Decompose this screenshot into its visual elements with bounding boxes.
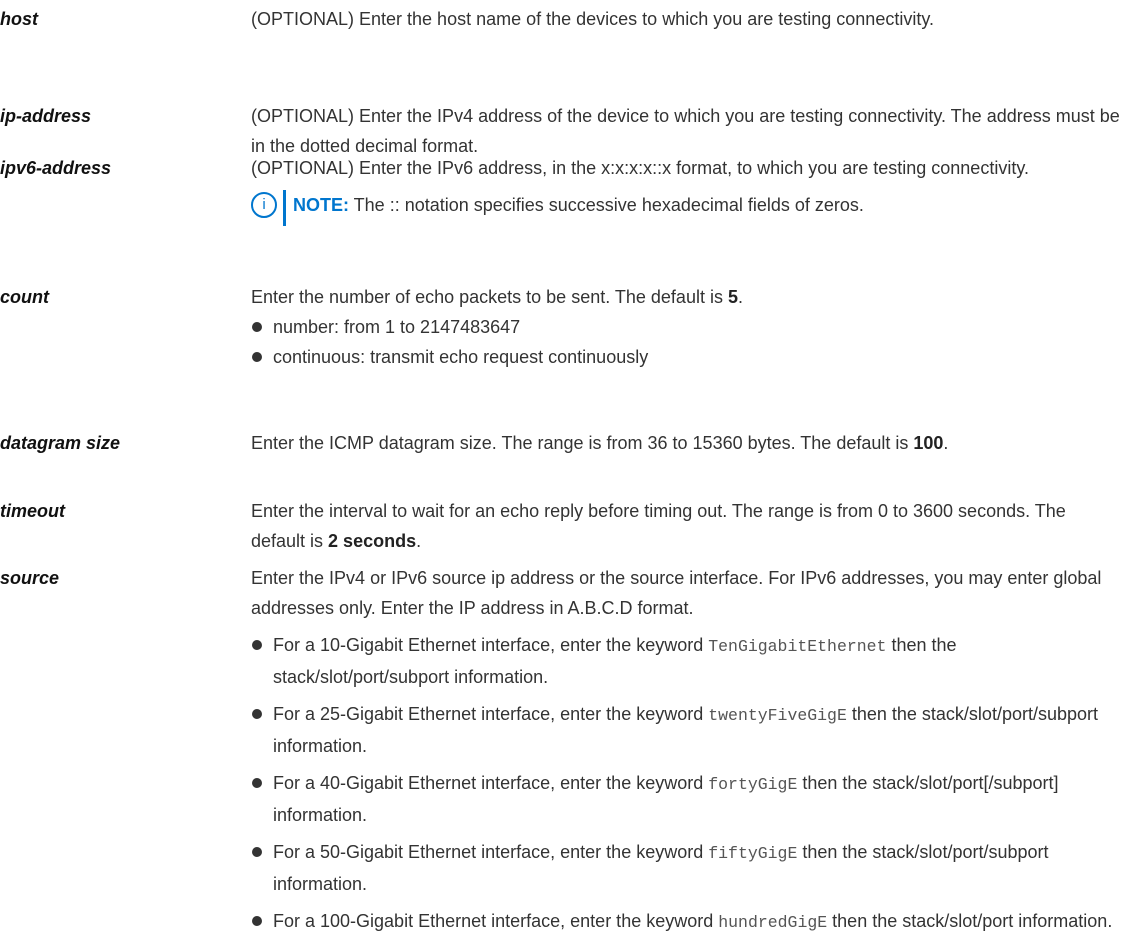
default-value: 100 (913, 433, 944, 453)
default-value: 5 (727, 287, 738, 307)
keyword: TenGigabitEthernet (708, 637, 887, 656)
desc-text: Enter the number of echo packets to be s… (251, 287, 728, 307)
list-item: For a 100-Gigabit Ethernet interface, en… (251, 906, 1121, 938)
list-item: For a 40-Gigabit Ethernet interface, ent… (251, 768, 1121, 830)
param-description-text: (OPTIONAL) Enter the host name of the de… (251, 9, 934, 29)
param-term: timeout (0, 501, 65, 521)
note-body: NOTE: The :: notation specifies successi… (293, 190, 864, 220)
list-item: For a 10-Gigabit Ethernet interface, ent… (251, 630, 1121, 692)
param-description: Enter the number of echo packets to be s… (251, 282, 1121, 372)
param-term: ip-address (0, 106, 92, 126)
param-description-text: (OPTIONAL) Enter the IPv4 address of the… (251, 106, 1120, 156)
item-text: For a 40-Gigabit Ethernet interface, ent… (273, 773, 709, 793)
param-description: Enter the interval to wait for an echo r… (251, 496, 1121, 556)
param-description-text: Enter the ICMP datagram size. The range … (251, 428, 1121, 458)
list-item: For a 50-Gigabit Ethernet interface, ent… (251, 837, 1121, 899)
keyword: twentyFiveGigE (708, 706, 847, 725)
param-term: host (0, 9, 38, 29)
param-description-text: Enter the IPv4 or IPv6 source ip address… (251, 568, 1102, 618)
param-description-text: Enter the interval to wait for an echo r… (251, 496, 1121, 556)
keyword: fortyGigE (708, 775, 798, 794)
param-description-text: (OPTIONAL) Enter the IPv6 address, in th… (251, 158, 1029, 178)
interface-list: For a 10-Gigabit Ethernet interface, ent… (251, 630, 1121, 938)
desc-text: Enter the ICMP datagram size. The range … (251, 433, 914, 453)
note-divider (283, 190, 286, 226)
note-callout: i NOTE: The :: notation specifies succes… (251, 190, 1121, 226)
list-item: number: from 1 to 2147483647 (251, 312, 1121, 342)
item-text: For a 50-Gigabit Ethernet interface, ent… (273, 842, 709, 862)
desc-text: . (416, 531, 422, 551)
parameter-table: host (OPTIONAL) Enter the host name of t… (0, 0, 1147, 940)
param-term: datagram size (0, 433, 121, 453)
keyword: hundredGigE (718, 913, 828, 932)
param-description: Enter the IPv4 or IPv6 source ip address… (251, 563, 1121, 938)
param-description: (OPTIONAL) Enter the host name of the de… (251, 4, 1121, 34)
param-term: count (0, 287, 49, 307)
list-item: For a 25-Gigabit Ethernet interface, ent… (251, 699, 1121, 761)
desc-text: . (943, 433, 949, 453)
keyword: fiftyGigE (708, 844, 798, 863)
item-text: For a 25-Gigabit Ethernet interface, ent… (273, 704, 709, 724)
param-description: (OPTIONAL) Enter the IPv4 address of the… (251, 101, 1121, 161)
item-text: For a 100-Gigabit Ethernet interface, en… (273, 911, 719, 931)
item-text: then the stack/slot/port information. (827, 911, 1113, 931)
param-description: (OPTIONAL) Enter the IPv6 address, in th… (251, 153, 1121, 226)
param-term: source (0, 568, 60, 588)
param-description-text: Enter the number of echo packets to be s… (251, 282, 1121, 312)
option-list: number: from 1 to 2147483647 continuous:… (251, 312, 1121, 372)
desc-text: . (737, 287, 743, 307)
default-value: 2 seconds (328, 531, 417, 551)
param-term: ipv6-address (0, 158, 112, 178)
list-item: continuous: transmit echo request contin… (251, 342, 1121, 372)
info-icon: i (251, 192, 277, 218)
item-text: For a 10-Gigabit Ethernet interface, ent… (273, 635, 709, 655)
note-label: NOTE: (293, 195, 349, 215)
note-text: The :: notation specifies successive hex… (349, 195, 864, 215)
param-description: Enter the ICMP datagram size. The range … (251, 428, 1121, 458)
